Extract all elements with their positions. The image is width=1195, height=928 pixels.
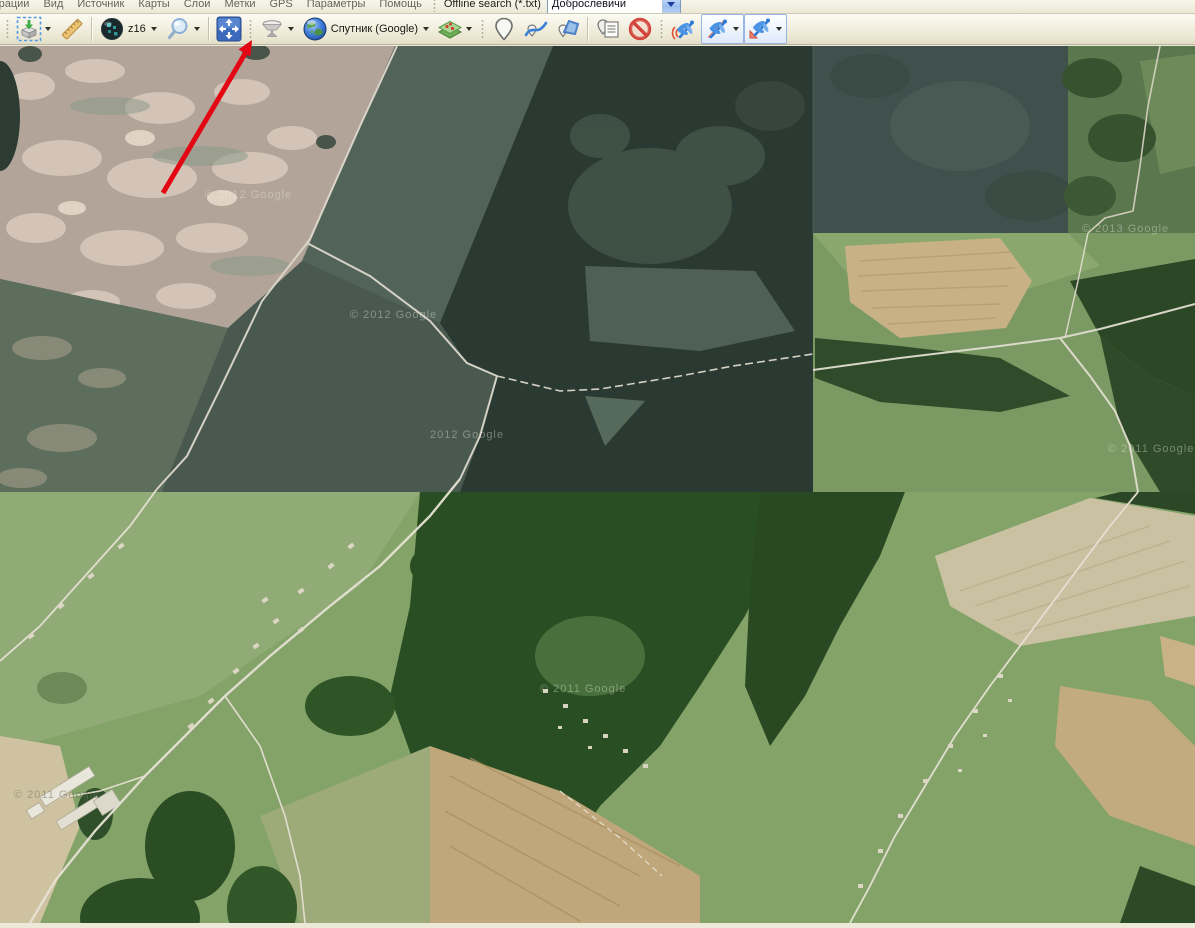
layers-icon (437, 16, 463, 42)
menu-item-layers[interactable]: Слои (177, 0, 218, 10)
google-watermark: 2012 Google (430, 429, 504, 441)
chevron-down-icon (667, 2, 675, 7)
google-watermark: © 2011 Google (540, 683, 626, 695)
chevron-down-icon (423, 27, 429, 31)
zoom-level-button[interactable]: z16 (96, 14, 162, 44)
menu-item-gps[interactable]: GPS (263, 0, 300, 10)
selection-download-button[interactable] (13, 14, 56, 44)
menu-bar: Операции Вид Источник Карты Слои Метки G… (0, 0, 1195, 14)
hide-marks-icon (627, 16, 653, 42)
hide-marks-button[interactable] (624, 14, 656, 44)
gps-follow-button[interactable] (744, 14, 787, 44)
map-source-button[interactable]: Спутник (Google) (299, 14, 434, 44)
add-path-button[interactable] (520, 14, 552, 44)
layers-button[interactable] (434, 14, 477, 44)
google-watermark: © 2011 Google (1108, 443, 1194, 455)
google-watermark: © 2013 Google (1082, 223, 1169, 235)
offline-search-label: Offline search (*.txt) (440, 0, 547, 10)
map-tile-dark-ne (813, 46, 1075, 233)
menu-item-help[interactable]: Помощь (372, 0, 429, 10)
map-source-icon (302, 16, 328, 42)
offline-search-combobox[interactable]: Доброслевичи (547, 0, 681, 14)
gps-connect-icon (670, 16, 698, 42)
toolbar-grip[interactable] (5, 18, 10, 40)
fullscreen-icon (216, 16, 242, 42)
map-tile-dark-upper (0, 46, 813, 492)
fullscreen-button[interactable] (213, 14, 245, 44)
zoom-level-icon (99, 16, 125, 42)
menu-item-marks[interactable]: Метки (217, 0, 262, 10)
add-polygon-icon (555, 16, 581, 42)
toolbar-separator (208, 17, 210, 41)
satellite-map: © 2012 Google © 2012 Google 2012 Google … (0, 46, 1195, 923)
map-tile-bright-bottom (0, 479, 1195, 923)
toolbar-grip[interactable] (480, 18, 485, 40)
chevron-down-icon (288, 27, 294, 31)
add-placemark-button[interactable] (488, 14, 520, 44)
map-viewport[interactable]: © 2012 Google © 2012 Google 2012 Google … (0, 46, 1195, 923)
toolbar-grip[interactable] (248, 18, 253, 40)
menu-item-source[interactable]: Источник (70, 0, 131, 10)
map-source-label: Спутник (Google) (328, 23, 420, 35)
cache-mode-button[interactable] (256, 14, 299, 44)
menu-item-view[interactable]: Вид (36, 0, 70, 10)
gps-track-button[interactable] (701, 14, 744, 44)
add-polygon-button[interactable] (552, 14, 584, 44)
search-magnifier-button[interactable] (162, 14, 205, 44)
placemark-list-icon (595, 16, 621, 42)
google-watermark: © 2012 Google (205, 189, 292, 201)
toolbar-separator (91, 17, 93, 41)
offline-search-value[interactable]: Доброслевичи (548, 0, 662, 10)
google-watermark: © 2011 Google (14, 789, 100, 801)
map-corner-ne (1062, 46, 1195, 233)
toolbar-grip[interactable] (432, 0, 437, 12)
chevron-down-icon (194, 27, 200, 31)
zoom-level-label: z16 (125, 23, 148, 35)
toolbar-grip[interactable] (659, 18, 664, 40)
add-placemark-icon (491, 16, 517, 42)
ruler-button[interactable] (56, 14, 88, 44)
ruler-icon (59, 16, 85, 42)
select-download-icon (16, 16, 42, 42)
menu-item-maps[interactable]: Карты (131, 0, 176, 10)
cache-icon (259, 16, 285, 42)
chevron-down-icon (733, 27, 739, 31)
add-path-icon (523, 16, 549, 42)
magnifier-icon (165, 16, 191, 42)
google-watermark: © 2012 Google (350, 309, 437, 321)
menu-item-operations[interactable]: Операции (0, 0, 36, 10)
menu-item-options[interactable]: Параметры (300, 0, 373, 10)
placemark-list-button[interactable] (592, 14, 624, 44)
combobox-dropdown-button[interactable] (662, 0, 680, 13)
gps-track-icon (704, 16, 730, 42)
chevron-down-icon (151, 27, 157, 31)
chevron-down-icon (45, 27, 51, 31)
chevron-down-icon (776, 27, 782, 31)
main-toolbar: z16 (0, 14, 1195, 45)
gps-connect-button[interactable] (667, 14, 701, 44)
gps-follow-icon (747, 16, 773, 42)
toolbar-separator (587, 17, 589, 41)
chevron-down-icon (466, 27, 472, 31)
